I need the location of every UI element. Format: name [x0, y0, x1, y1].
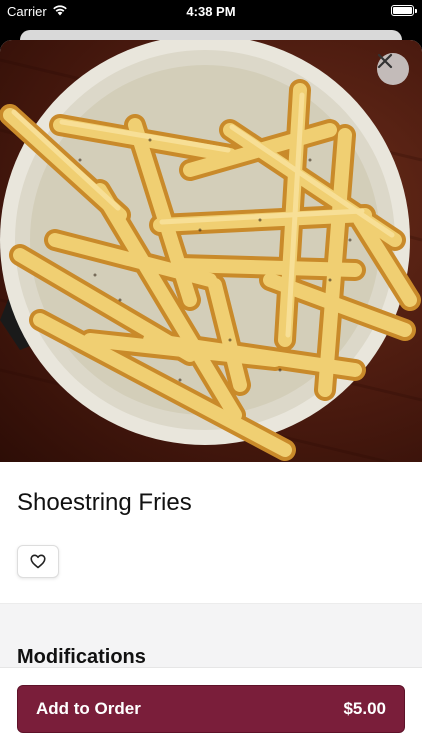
add-to-order-label: Add to Order [36, 699, 141, 718]
item-photo [0, 40, 422, 462]
status-time: 4:38 PM [186, 4, 236, 19]
status-bar: Carrier 4:38 PM [0, 0, 422, 22]
item-detail-card: Shoestring Fries Modifications Add to Or… [0, 40, 422, 750]
fries-illustration [0, 40, 422, 462]
add-to-order-button[interactable]: Add to Order $5.00 [17, 685, 405, 733]
close-icon [377, 53, 393, 69]
modifications-title: Modifications [17, 646, 146, 668]
battery-icon [391, 5, 417, 16]
favorite-button[interactable] [17, 545, 59, 578]
order-price: $5.00 [343, 699, 386, 718]
close-button[interactable] [377, 53, 409, 85]
heart-icon [30, 554, 46, 569]
item-title: Shoestring Fries [17, 489, 192, 516]
